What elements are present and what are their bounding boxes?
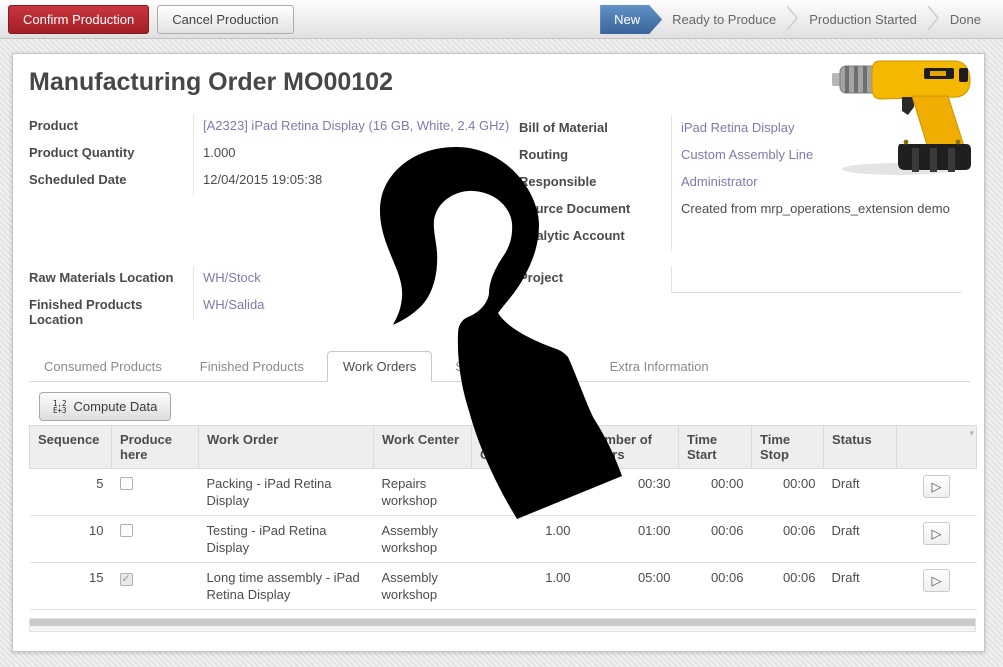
col-header-work-center[interactable]: Work Center: [374, 426, 472, 469]
cell-cycles: [472, 469, 579, 516]
cell-status: Draft: [824, 516, 897, 563]
field-label-source-document: Source Document: [519, 197, 671, 224]
cell-hours: 00:30: [579, 469, 679, 516]
field-label-project: Project: [519, 266, 671, 293]
start-work-button[interactable]: ▷: [923, 522, 950, 545]
field-label-raw-materials-location: Raw Materials Location: [29, 266, 193, 293]
cell-sequence: 5: [30, 469, 112, 516]
cell-work-center: Assembly workshop: [374, 563, 472, 610]
col-header-time-start[interactable]: Time Start: [679, 426, 752, 469]
produce-here-checkbox[interactable]: [120, 573, 133, 586]
work-orders-table: Sequence Produce here Work Order Work Ce…: [29, 425, 977, 610]
table-row[interactable]: 10 Testing - iPad Retina Display Assembl…: [30, 516, 977, 563]
produce-here-checkbox[interactable]: [120, 524, 133, 537]
compute-data-label: Compute Data: [74, 399, 158, 414]
confirm-production-button[interactable]: Confirm Production: [8, 5, 149, 34]
col-header-actions: ▾: [897, 426, 977, 469]
field-value-source-document: Created from mrp_operations_extension de…: [671, 197, 950, 224]
produce-here-checkbox[interactable]: [120, 477, 133, 490]
col-header-work-order[interactable]: Work Order: [199, 426, 374, 469]
notebook-tabs: Consumed Products Finished Products Work…: [29, 351, 970, 382]
compute-data-button[interactable]: 1,2E+3 Compute Data: [39, 392, 171, 421]
cell-cycles: 1.00: [472, 563, 579, 610]
cell-hours: 01:00: [579, 516, 679, 563]
cell-work-order: Testing - iPad Retina Display: [199, 516, 374, 563]
statusbar-step-production-started[interactable]: Production Started: [799, 5, 927, 34]
cell-status: Draft: [824, 563, 897, 610]
calculator-icon: 1,2E+3: [53, 400, 67, 414]
col-header-number-of-hours[interactable]: Number of Hours: [579, 426, 679, 469]
cell-sequence: 10: [30, 516, 112, 563]
cell-time-start: 00:06: [679, 563, 752, 610]
field-group-locations: Raw Materials Location WH/Stock Finished…: [29, 266, 264, 320]
field-value-scheduled-date: 12/04/2015 19:05:38: [193, 168, 509, 195]
statusbar-step-new[interactable]: New: [600, 5, 662, 34]
cell-time-start: 00:00: [679, 469, 752, 516]
field-label-routing: Routing: [519, 143, 671, 170]
statusbar-step-ready-to-produce[interactable]: Ready to Produce: [662, 5, 786, 34]
field-label-product-quantity: Product Quantity: [29, 141, 193, 168]
field-value-finished-products-location[interactable]: WH/Salida: [193, 293, 264, 320]
field-value-analytic-account: [671, 224, 950, 251]
col-header-number-of-cycles[interactable]: Number of Cycles: [472, 426, 579, 469]
tab-consumed-products[interactable]: Consumed Products: [29, 352, 177, 381]
cell-status: Draft: [824, 469, 897, 516]
statusbar-step-done[interactable]: Done: [940, 5, 991, 34]
tab-extra-information[interactable]: Extra Information: [595, 352, 724, 381]
toolbar: Confirm Production Cancel Production New…: [0, 0, 1003, 39]
field-group-left-top: Product [A2323] iPad Retina Display (16 …: [29, 114, 509, 195]
chevron-right-icon: [786, 4, 799, 35]
cell-work-order: Long time assembly - iPad Retina Display: [199, 563, 374, 610]
cell-work-center: Assembly workshop: [374, 516, 472, 563]
field-label-scheduled-date: Scheduled Date: [29, 168, 193, 195]
statusbar: New Ready to Produce Production Started …: [600, 5, 991, 34]
col-header-time-stop[interactable]: Time Stop: [752, 426, 824, 469]
cancel-production-button[interactable]: Cancel Production: [157, 5, 293, 34]
manufacturing-order-form: Manufacturing Order MO00102 Product [A23…: [12, 53, 985, 652]
table-row[interactable]: 5 Packing - iPad Retina Display Repairs …: [30, 469, 977, 516]
col-header-status[interactable]: Status: [824, 426, 897, 469]
field-value-product[interactable]: [A2323] iPad Retina Display (16 GB, Whit…: [193, 114, 509, 141]
cell-time-start: 00:06: [679, 516, 752, 563]
table-row[interactable]: 15 Long time assembly - iPad Retina Disp…: [30, 563, 977, 610]
field-label-bill-of-material: Bill of Material: [519, 116, 671, 143]
field-label-product: Product: [29, 114, 193, 141]
product-image-drill: [832, 56, 980, 178]
cell-work-center: Repairs workshop: [374, 469, 472, 516]
start-work-button[interactable]: ▷: [923, 569, 950, 592]
cell-sequence: 15: [30, 563, 112, 610]
field-group-project: Project: [519, 266, 961, 293]
tab-finished-products[interactable]: Finished Products: [185, 352, 319, 381]
columns-toggle-icon[interactable]: ▾: [969, 428, 974, 439]
tab-work-orders[interactable]: Work Orders: [327, 351, 432, 382]
start-work-button[interactable]: ▷: [923, 475, 950, 498]
scrollbar-thumb[interactable]: [30, 619, 975, 626]
field-label-analytic-account: Analytic Account: [519, 224, 671, 251]
cell-hours: 05:00: [579, 563, 679, 610]
cell-cycles: 1.00: [472, 516, 579, 563]
col-header-sequence[interactable]: Sequence: [30, 426, 112, 469]
cell-time-stop: 00:06: [752, 563, 824, 610]
horizontal-scrollbar: [29, 618, 976, 632]
cell-work-order: Packing - iPad Retina Display: [199, 469, 374, 516]
page-title: Manufacturing Order MO00102: [29, 68, 393, 97]
field-value-project: [671, 266, 961, 293]
field-label-responsible: Responsible: [519, 170, 671, 197]
field-value-raw-materials-location[interactable]: WH/Stock: [193, 266, 264, 293]
tab-scheduled-products[interactable]: Scheduled Products: [440, 352, 586, 381]
col-header-produce-here[interactable]: Produce here: [112, 426, 199, 469]
cell-time-stop: 00:06: [752, 516, 824, 563]
table-header-row: Sequence Produce here Work Order Work Ce…: [30, 426, 977, 469]
cell-time-stop: 00:00: [752, 469, 824, 516]
field-label-finished-products-location: Finished Products Location: [29, 293, 193, 320]
field-value-product-quantity: 1.000: [193, 141, 509, 168]
chevron-right-icon: [927, 4, 940, 35]
